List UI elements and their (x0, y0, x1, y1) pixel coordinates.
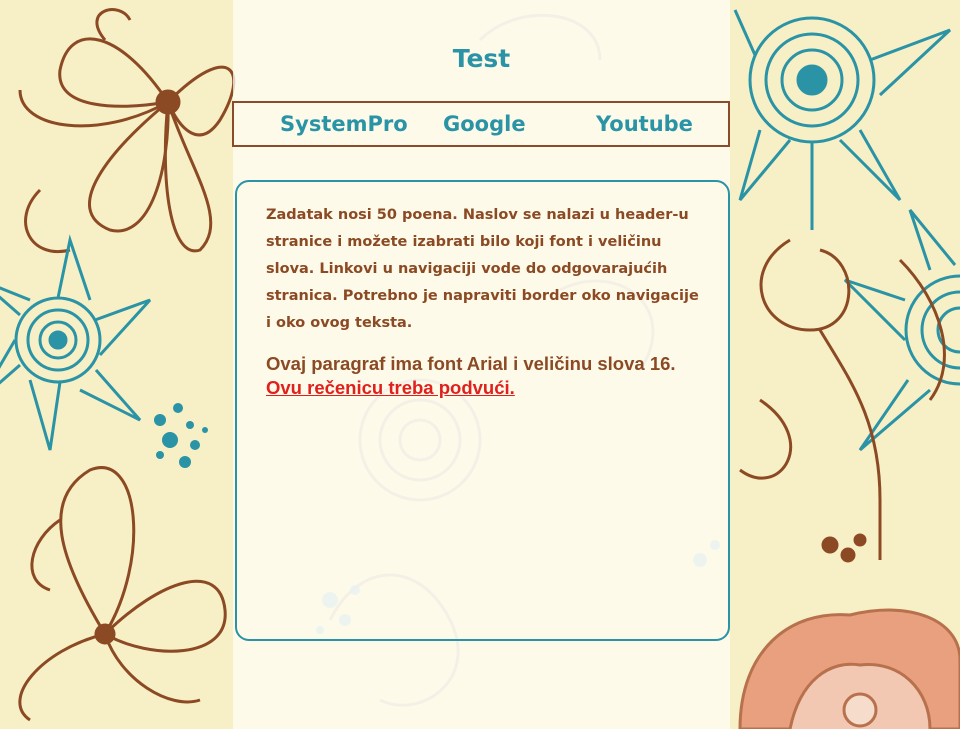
page-title: Test (452, 44, 511, 73)
underlined-sentence-link[interactable]: Ovu rečenicu treba podvući. (266, 377, 515, 398)
nav-link-systempro[interactable]: SystemPro (280, 112, 408, 136)
nav-link-youtube[interactable]: Youtube (596, 112, 693, 136)
content-box: Zadatak nosi 50 poena. Naslov se nalazi … (235, 180, 730, 641)
task-description-paragraph: Zadatak nosi 50 poena. Naslov se nalazi … (266, 207, 699, 331)
arial-paragraph: Ovaj paragraf ima font Arial i veličinu … (266, 352, 716, 400)
nav-link-google[interactable]: Google (443, 112, 526, 136)
navigation-bar: SystemPro Google Youtube (232, 101, 730, 147)
arial-paragraph-text: Ovaj paragraf ima font Arial i veličinu … (266, 353, 676, 374)
